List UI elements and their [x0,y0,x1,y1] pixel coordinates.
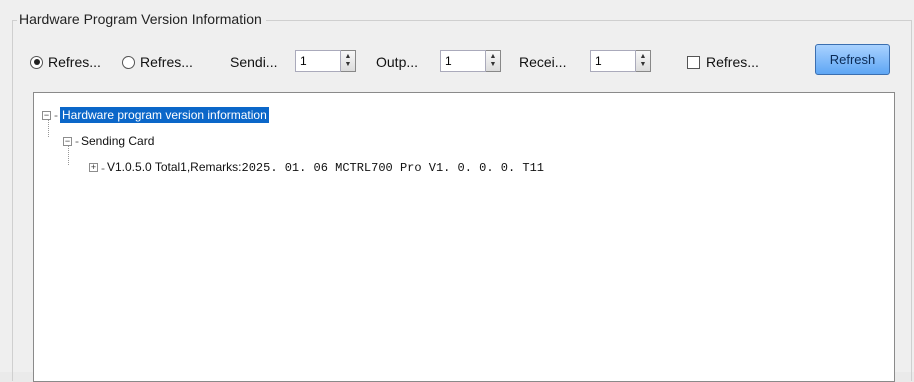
collapse-icon[interactable]: − [42,110,51,120]
output-input[interactable] [440,50,486,72]
receiving-spinner[interactable]: ▲▼ [590,50,651,72]
tree-sending-card-label[interactable]: Sending Card [81,134,154,148]
output-label: Outp... [376,54,419,70]
output-spin-buttons[interactable]: ▲ ▼ [486,50,501,72]
receiving-spin-buttons[interactable]: ▲ ▼ [636,50,651,72]
tree-sending-card-node[interactable]: − - Sending Card [63,134,154,148]
collapse-icon[interactable]: − [63,136,72,146]
output-spinner[interactable]: ▲▼ [440,50,501,72]
sending-spinner[interactable]: ▲▼ [295,50,356,72]
radio-dot-checked[interactable] [30,55,43,69]
radio-dot[interactable] [122,55,135,69]
sending-label: Sendi... [230,54,278,70]
tree-root-label[interactable]: Hardware program version information [60,107,269,123]
version-tree[interactable]: − - Hardware program version information… [33,92,895,382]
sending-spin-buttons[interactable]: ▲ ▼ [341,50,356,72]
version-prefix: V1.0.5.0 Total1,Remarks: [107,160,242,174]
tree-connector: - [54,108,58,122]
tree-connector: - [75,134,79,148]
version-remarks: 2025. 01. 06 MCTRL700 Pro V1. 0. 0. 0. T… [241,161,544,175]
refresh-button[interactable]: Refresh [815,44,890,75]
tree-version-node[interactable]: + - V1.0.5.0 Total1,Remarks:2025. 01. 06… [89,160,544,175]
receiving-input[interactable] [590,50,636,72]
tree-connector: - [101,160,105,175]
sending-input[interactable] [295,50,341,72]
receiving-label: Recei... [519,54,567,70]
expand-icon[interactable]: + [89,163,98,172]
radio-1-label: Refres... [48,54,101,70]
group-title: Hardware Program Version Information [17,11,266,27]
refresh-checkbox[interactable]: Refres... [687,54,759,70]
refresh-radio-2[interactable]: Refres... [122,54,193,70]
checkbox-label: Refres... [706,54,759,70]
tree-root-node[interactable]: − - Hardware program version information [42,107,269,123]
tree-version-label[interactable]: V1.0.5.0 Total1,Remarks:2025. 01. 06 MCT… [107,160,544,175]
refresh-radio-1[interactable]: Refres... [30,54,101,70]
checkbox-box[interactable] [687,55,700,69]
radio-2-label: Refres... [140,54,193,70]
